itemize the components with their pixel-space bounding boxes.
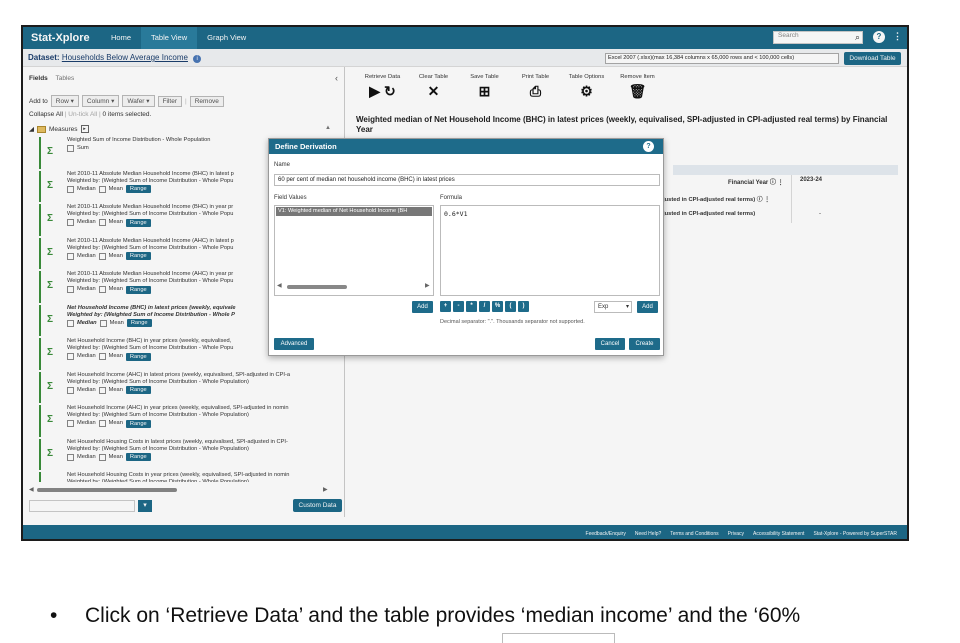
create-button[interactable]: Create — [629, 338, 660, 350]
horizontal-scrollbar[interactable] — [287, 285, 347, 289]
stat-xplore-window: Stat-Xplore Home Table View Graph View S… — [21, 25, 909, 541]
decimal-separator-note: Decimal separator: ".". Thousands separa… — [440, 319, 585, 325]
field-value-item[interactable]: V1: Weighted median of Net Household Inc… — [276, 207, 432, 216]
formula-textarea[interactable]: 0.6*V1 — [440, 205, 660, 296]
operator-button[interactable]: - — [453, 301, 464, 312]
name-input[interactable]: 60 per cent of median net household inco… — [274, 174, 660, 186]
name-label: Name — [274, 162, 291, 168]
function-select[interactable]: Exp ▾ — [594, 301, 632, 313]
help-icon[interactable]: ? — [643, 141, 654, 152]
add-field-button[interactable]: Add — [412, 301, 433, 313]
operator-button[interactable]: / — [479, 301, 490, 312]
field-values-label: Field Values — [274, 195, 307, 201]
operator-button[interactable]: ) — [518, 301, 529, 312]
define-derivation-dialog: Define Derivation ? Name 60 per cent of … — [268, 138, 664, 356]
add-function-button[interactable]: Add — [637, 301, 658, 313]
operator-button[interactable]: % — [492, 301, 503, 312]
caption-text: Click on ‘Retrieve Data’ and the table p… — [85, 604, 801, 627]
scroll-left-icon[interactable]: ◀ — [277, 282, 282, 289]
dialog-title: Define Derivation — [275, 142, 337, 151]
field-values-list[interactable]: V1: Weighted median of Net Household Inc… — [274, 205, 434, 296]
cancel-button[interactable]: Cancel — [595, 338, 625, 350]
formula-label: Formula — [440, 195, 463, 201]
operator-button[interactable]: + — [440, 301, 451, 312]
caption-image-frame — [502, 633, 615, 643]
scroll-right-icon[interactable]: ▶ — [425, 282, 430, 289]
advanced-button[interactable]: Advanced — [274, 338, 314, 350]
chevron-down-icon: ▾ — [625, 304, 629, 310]
bullet: • — [50, 604, 58, 627]
operator-buttons: + - * /%() — [440, 301, 529, 312]
operator-button[interactable]: ( — [505, 301, 516, 312]
dialog-header: Define Derivation ? — [269, 139, 663, 154]
operator-button[interactable]: * — [466, 301, 477, 312]
